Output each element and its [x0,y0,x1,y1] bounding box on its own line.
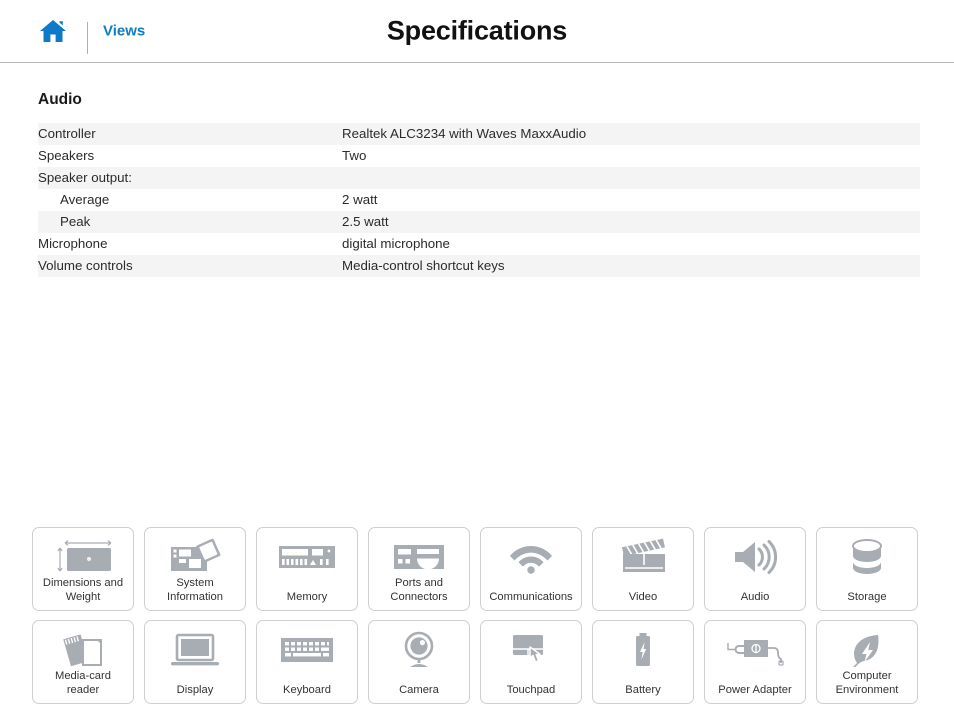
eco-leaf-bolt-icon [848,630,886,670]
ports-panel-icon [392,537,446,577]
category-tile-label: Memory [286,590,328,603]
category-tile-audio[interactable]: Audio [704,527,806,611]
spec-row: Microphone digital microphone [38,233,920,255]
spec-label: Peak [60,214,91,229]
specifications-section: Audio Controller Realtek ALC3234 with Wav… [0,63,954,277]
spec-label: Controller [38,126,96,141]
keyboard-icon [279,630,335,670]
category-tile-label: Display [176,683,214,696]
spec-value: digital microphone [342,236,450,251]
category-tile-label: Battery [625,683,661,696]
category-tile-video[interactable]: Video [592,527,694,611]
disk-cylinder-icon [850,537,884,577]
spec-value: 2 watt [342,192,378,207]
spec-value: Media-control shortcut keys [342,258,505,273]
category-tile-label: Communications [489,590,573,603]
spec-row: Speakers Two [38,145,920,167]
category-tile-battery[interactable]: Battery [592,620,694,704]
power-adapter-icon [724,630,786,670]
category-tile-touchpad[interactable]: Touchpad [480,620,582,704]
category-tile-grid: Dimensions and Weight System Information [32,527,922,704]
category-tile-label: Keyboard [283,683,331,696]
category-tile-ports-and-connectors[interactable]: Ports and Connectors [368,527,470,611]
speaker-icon [731,537,779,577]
category-tile-label: Camera [399,683,439,696]
category-tile-system-information[interactable]: System Information [144,527,246,611]
memory-card-icon [59,630,107,670]
spec-value: 2.5 watt [342,214,389,229]
battery-bolt-icon [631,630,655,670]
spec-value: Two [342,148,367,163]
spec-label: Speaker output: [38,170,132,185]
category-tile-camera[interactable]: Camera [368,620,470,704]
wifi-icon [508,537,554,577]
category-tile-media-card-reader[interactable]: Media-card reader [32,620,134,704]
webcam-icon [399,630,439,670]
spec-label: Microphone [38,236,108,251]
app-header: Views Specifications [0,0,954,63]
category-tile-label: Dimensions and Weight [42,577,124,603]
category-tile-label: System Information [167,577,223,603]
page-title: Specifications [386,15,568,46]
touchpad-hand-icon [508,630,554,670]
category-tile-communications[interactable]: Communications [480,527,582,611]
spec-label: Volume controls [38,258,133,273]
spec-row: Speaker output: [38,167,920,189]
spec-value: Realtek ALC3234 with Waves MaxxAudio [342,126,587,141]
category-tile-display[interactable]: Display [144,620,246,704]
category-tile-label: Storage [847,590,887,603]
spec-label: Speakers [38,148,95,163]
category-tile-power-adapter[interactable]: Power Adapter [704,620,806,704]
spec-row: Peak 2.5 watt [38,211,920,233]
category-tile-keyboard[interactable]: Keyboard [256,620,358,704]
laptop-dimensions-icon [51,537,115,577]
specifications-table: Controller Realtek ALC3234 with Waves Max… [38,123,920,277]
spec-row: Volume controls Media-control shortcut ke… [38,255,920,277]
motherboard-icon [167,537,223,577]
clapperboard-icon [617,537,669,577]
category-tile-label: Power Adapter [718,683,792,696]
category-tile-label: Touchpad [506,683,556,696]
section-heading: Audio [38,91,82,108]
category-tile-label: Computer Environment [835,670,899,696]
spec-label: Average [60,192,110,207]
spec-row: Average 2 watt [38,189,920,211]
spec-value [342,167,920,189]
category-tile-storage[interactable]: Storage [816,527,918,611]
monitor-icon [169,630,221,670]
ram-module-icon [277,537,337,577]
category-tile-memory[interactable]: Memory [256,527,358,611]
category-tile-label: Ports and Connectors [390,577,448,603]
category-tile-label: Audio [740,590,770,603]
category-tile-label: Video [628,590,658,603]
category-tile-label: Media-card reader [55,670,111,696]
spec-row: Controller Realtek ALC3234 with Waves Max… [38,123,920,145]
category-tile-computer-environment[interactable]: Computer Environment [816,620,918,704]
category-tile-dimensions-and-weight[interactable]: Dimensions and Weight [32,527,134,611]
